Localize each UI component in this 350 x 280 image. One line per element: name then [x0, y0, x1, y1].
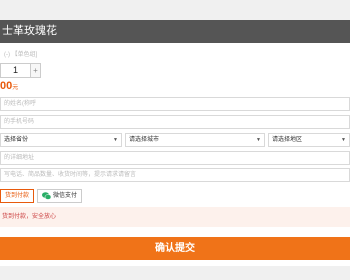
- price-unit: 元: [12, 85, 19, 91]
- wechat-icon: [42, 192, 52, 200]
- quantity-input[interactable]: 1: [0, 63, 30, 78]
- cod-payment-button[interactable]: 货到付款: [0, 189, 35, 203]
- submit-button[interactable]: 确认提交: [0, 237, 350, 260]
- chevron-down-icon: ▼: [256, 137, 261, 143]
- price-display: 00元: [0, 80, 18, 92]
- plus-button[interactable]: +: [30, 63, 41, 78]
- city-select-value: 请选择城市: [129, 137, 160, 143]
- notice-bar: 货到付款，安全放心: [0, 207, 350, 227]
- page-title: 士革玫瑰花: [0, 20, 350, 43]
- wechat-payment-label: 微信支付: [53, 193, 78, 199]
- quantity-stepper[interactable]: 1 +: [0, 63, 41, 78]
- remark-field[interactable]: 写电话、简品数量、收货时间等，提示请求请留言: [0, 168, 350, 182]
- payment-options: 货到付款 微信支付: [0, 189, 83, 203]
- province-select[interactable]: 选择省份 ▼: [0, 133, 122, 147]
- wechat-payment-button[interactable]: 微信支付: [37, 189, 83, 203]
- address-field[interactable]: 的详细地址: [0, 151, 350, 165]
- district-select-value: 请选择地区: [272, 137, 303, 143]
- city-select[interactable]: 请选择城市 ▼: [125, 133, 265, 147]
- page-bottom: [0, 266, 350, 280]
- phone-field[interactable]: 的手机号码: [0, 115, 350, 129]
- province-select-value: 选择省份: [4, 137, 29, 143]
- price-value: 00: [0, 80, 13, 92]
- chevron-down-icon: ▼: [113, 137, 118, 143]
- product-option-hint: (-) 【单色组]: [4, 52, 38, 58]
- district-select[interactable]: 请选择地区 ▼: [268, 133, 350, 147]
- chevron-down-icon: ▼: [341, 137, 346, 143]
- name-field[interactable]: 的姓名(称呼: [0, 97, 350, 111]
